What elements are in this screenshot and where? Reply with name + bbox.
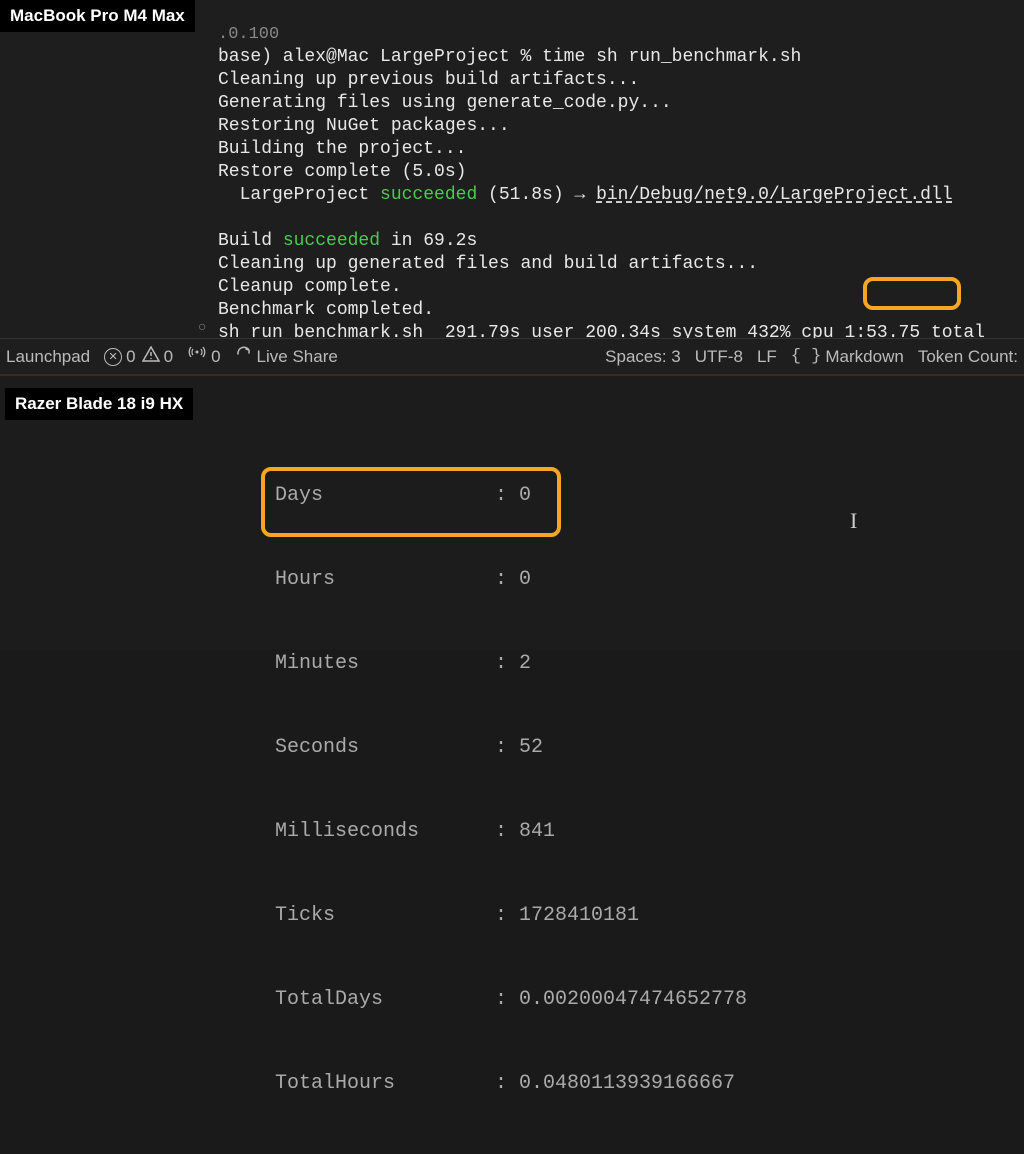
ps-key-days: Days	[275, 482, 495, 510]
out-line-cleaning-gen: Cleaning up generated files and build ar…	[218, 254, 758, 274]
label-macbook: MacBook Pro M4 Max	[0, 0, 195, 32]
spaces-indicator[interactable]: Spaces: 3	[605, 347, 681, 367]
out-line-building: Building the project...	[218, 139, 466, 159]
braces-icon: { }	[791, 347, 822, 366]
language-mode[interactable]: { } Markdown	[791, 347, 904, 367]
radio-tower-icon	[187, 345, 207, 368]
ps-val-seconds: 52	[519, 734, 543, 762]
eol-indicator[interactable]: LF	[757, 347, 777, 367]
text-cursor-icon: I	[850, 508, 857, 534]
error-icon: ✕	[104, 348, 122, 366]
out-line-generating: Generating files using generate_code.py.…	[218, 93, 672, 113]
ps-key-seconds: Seconds	[275, 734, 495, 762]
out-line-benchmark-completed: Benchmark completed.	[218, 300, 434, 320]
prompt-line-1: base) alex@Mac LargeProject % time sh ru…	[218, 47, 801, 67]
token-count[interactable]: Token Count:	[918, 347, 1018, 367]
live-share-button[interactable]: Live Share	[235, 345, 338, 368]
out-line-restore-complete: Restore complete (5.0s)	[218, 162, 466, 182]
ps-key-totalhours: TotalHours	[275, 1070, 495, 1098]
ps-val-totalhours: 0.0480113939166667	[519, 1070, 735, 1098]
problems-errors[interactable]: ✕ 0	[104, 347, 135, 367]
launchpad-button[interactable]: Launchpad	[6, 347, 90, 367]
out-line-project-succeeded: LargeProject succeeded (51.8s) → bin/Deb…	[218, 185, 953, 205]
ps-val-milliseconds: 841	[519, 818, 555, 846]
terminal-output-macbook: .0.100 base) alex@Mac LargeProject % tim…	[0, 0, 1024, 338]
status-bar: Launchpad ✕ 0 0 0 Live Share Spaces: 3 U…	[0, 338, 1024, 374]
gutter-dot-icon: ○	[198, 320, 206, 336]
ps-val-minutes: 2	[519, 650, 531, 678]
version-fragment: .0.100	[218, 25, 279, 44]
out-line-timing: sh run_benchmark.sh 291.79s user 200.34s…	[218, 323, 985, 338]
ps-key-totaldays: TotalDays	[275, 986, 495, 1014]
ps-key-minutes: Minutes	[275, 650, 495, 678]
ps-key-milliseconds: Milliseconds	[275, 818, 495, 846]
ports-indicator[interactable]: 0	[187, 345, 220, 368]
out-line-cleanup-complete: Cleanup complete.	[218, 277, 402, 297]
powershell-timespan-output: Days: 0 Hours: 0 Minutes: 2 Seconds: 52 …	[275, 426, 747, 1154]
problems-warnings[interactable]: 0	[142, 346, 173, 367]
out-line-build-succeeded: Build succeeded in 69.2s	[218, 231, 477, 251]
out-line-restoring: Restoring NuGet packages...	[218, 116, 510, 136]
ps-val-totaldays: 0.00200047474652778	[519, 986, 747, 1014]
out-line-cleaning: Cleaning up previous build artifacts...	[218, 70, 639, 90]
ps-val-ticks: 1728410181	[519, 902, 639, 930]
warning-icon	[142, 346, 160, 367]
ps-val-days: 0	[519, 482, 531, 510]
ps-val-hours: 0	[519, 566, 531, 594]
ps-key-hours: Hours	[275, 566, 495, 594]
label-razer: Razer Blade 18 i9 HX	[5, 388, 193, 420]
ps-key-ticks: Ticks	[275, 902, 495, 930]
encoding-indicator[interactable]: UTF-8	[695, 347, 743, 367]
live-share-icon	[235, 345, 253, 368]
